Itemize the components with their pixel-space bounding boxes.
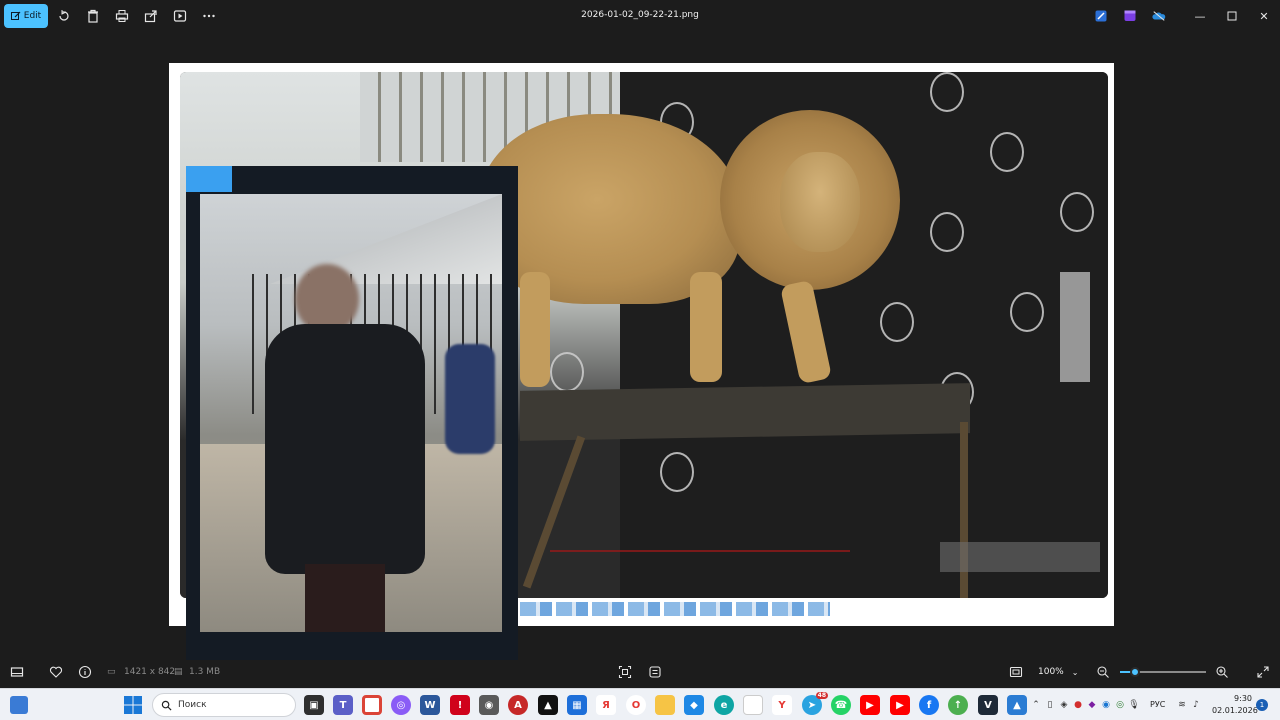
person-figure bbox=[265, 264, 425, 632]
print-icon[interactable] bbox=[114, 8, 130, 24]
youtube-icon-2[interactable]: ▶ bbox=[890, 695, 910, 715]
share-icon[interactable] bbox=[143, 8, 159, 24]
rotate-icon[interactable] bbox=[56, 8, 72, 24]
app-icon[interactable]: ◎ bbox=[391, 695, 411, 715]
edit-button-label: Edit bbox=[23, 11, 42, 21]
app-exclaim-icon[interactable]: ! bbox=[450, 695, 470, 715]
network-app-icon[interactable]: ◈ bbox=[1058, 699, 1070, 711]
yandex-browser-icon[interactable]: Y bbox=[772, 695, 792, 715]
chrome-icon[interactable] bbox=[362, 695, 382, 715]
slideshow-icon[interactable] bbox=[172, 8, 188, 24]
taskbar-clock[interactable]: 9:30 02.01.2026 bbox=[1212, 693, 1258, 717]
fullscreen-icon[interactable] bbox=[1255, 664, 1271, 680]
compare-icon[interactable] bbox=[647, 664, 663, 680]
facebook-icon[interactable]: f bbox=[919, 695, 939, 715]
task-view-icon[interactable]: ▣ bbox=[304, 695, 324, 715]
widgets-icon[interactable] bbox=[10, 696, 28, 714]
app-tray-icon[interactable]: ◆ bbox=[1086, 699, 1098, 711]
phone-video-frame bbox=[200, 194, 502, 632]
youtube-icon[interactable]: ▶ bbox=[860, 695, 880, 715]
image-icon: ▭ bbox=[107, 667, 116, 677]
word-icon[interactable]: W bbox=[420, 695, 440, 715]
whatsapp-icon[interactable]: ☎ bbox=[831, 695, 851, 715]
telegram-badge: 48 bbox=[815, 692, 828, 699]
edge-icon[interactable]: e bbox=[714, 695, 734, 715]
security-icon[interactable]: ◉ bbox=[1100, 699, 1112, 711]
store-icon[interactable]: ▦ bbox=[567, 695, 587, 715]
app-red-icon[interactable]: A bbox=[508, 695, 528, 715]
file-size: 1.3 MB bbox=[189, 667, 221, 677]
zoom-value: 100% bbox=[1038, 667, 1064, 677]
notepad-icon[interactable] bbox=[743, 695, 763, 715]
app-green-icon[interactable]: ↑ bbox=[948, 695, 968, 715]
filmstrip-icon[interactable] bbox=[9, 664, 25, 680]
volume-icon[interactable]: ♪ bbox=[1190, 699, 1202, 711]
clipchamp-icon[interactable] bbox=[1122, 8, 1138, 24]
chevron-down-icon: ⌄ bbox=[1071, 667, 1079, 677]
fit-window-icon[interactable] bbox=[1008, 664, 1024, 680]
language-indicator[interactable]: РУС bbox=[1150, 700, 1165, 709]
teams-icon[interactable]: T bbox=[333, 695, 353, 715]
file-name-title: 2026-01-02_09-22-21.png bbox=[581, 10, 699, 20]
app-dark-icon[interactable]: ▲ bbox=[538, 695, 558, 715]
bottom-toolbar: ▭ 1421 x 842 ▤ 1.3 MB bbox=[0, 656, 1280, 688]
notification-badge[interactable]: 1 bbox=[1256, 699, 1268, 711]
edit-button[interactable]: Edit bbox=[4, 4, 48, 28]
telegram-icon[interactable]: ➤ 48 bbox=[802, 692, 828, 715]
app-v-icon[interactable]: V bbox=[978, 695, 998, 715]
disk-icon: ▤ bbox=[174, 667, 183, 677]
wifi-icon[interactable]: ≋ bbox=[1176, 699, 1188, 711]
app-tray-icon-2[interactable]: ◎ bbox=[1114, 699, 1126, 711]
paint-icon[interactable] bbox=[1093, 8, 1109, 24]
delete-icon[interactable] bbox=[85, 8, 101, 24]
phone-status-block bbox=[186, 166, 232, 192]
maximize-icon[interactable] bbox=[1222, 6, 1242, 26]
zoom-out-icon[interactable] bbox=[1095, 664, 1111, 680]
folder-icon[interactable] bbox=[655, 695, 675, 715]
clock-time: 9:30 bbox=[1234, 694, 1252, 703]
more-icon[interactable] bbox=[201, 8, 217, 24]
yandex-icon[interactable]: Я bbox=[596, 695, 616, 715]
antivirus-icon[interactable]: ● bbox=[1072, 699, 1084, 711]
start-icon[interactable] bbox=[124, 696, 142, 714]
clock-date: 02.01.2026 bbox=[1212, 706, 1258, 715]
zoom-slider[interactable] bbox=[1120, 667, 1206, 677]
image-dimensions: 1421 x 842 bbox=[124, 667, 176, 677]
close-icon[interactable]: ✕ bbox=[1254, 6, 1274, 26]
onedrive-icon[interactable] bbox=[1151, 8, 1167, 24]
microphone-icon[interactable]: 🎙 bbox=[1128, 699, 1140, 711]
top-toolbar: Edit 2026-01-02_09-22-21.png — ✕ bbox=[0, 0, 1280, 32]
windows-taskbar: Поиск ▣ T ◎ W ! ◉ A ▲ ▦ Я O ◆ e Y ➤ 48 ☎ … bbox=[0, 688, 1280, 720]
minimize-icon[interactable]: — bbox=[1190, 6, 1210, 26]
favorite-icon[interactable] bbox=[48, 664, 64, 680]
info-icon[interactable] bbox=[77, 664, 93, 680]
background-person bbox=[445, 344, 495, 454]
zoom-in-icon[interactable] bbox=[1214, 664, 1230, 680]
progress-line bbox=[550, 550, 850, 552]
edit-icon bbox=[10, 11, 21, 20]
camera-icon[interactable]: ◉ bbox=[479, 695, 499, 715]
zoom-dropdown[interactable]: 100% ⌄ bbox=[1030, 662, 1088, 682]
app-blue-icon[interactable]: ◆ bbox=[684, 695, 704, 715]
photos-icon[interactable]: ▲ bbox=[1007, 695, 1027, 715]
taskbar-search[interactable]: Поиск bbox=[152, 693, 296, 717]
photos-app-window: Edit 2026-01-02_09-22-21.png — ✕ ▭ 1421 … bbox=[0, 0, 1280, 688]
search-placeholder: Поиск bbox=[178, 700, 207, 710]
opera-icon[interactable]: O bbox=[626, 695, 646, 715]
chevron-up-icon[interactable]: ⌃ bbox=[1030, 699, 1042, 711]
fit-icon[interactable] bbox=[617, 664, 633, 680]
pixelated-caption bbox=[520, 602, 830, 616]
usb-icon[interactable]: ▯ bbox=[1044, 699, 1056, 711]
search-icon bbox=[161, 700, 172, 711]
